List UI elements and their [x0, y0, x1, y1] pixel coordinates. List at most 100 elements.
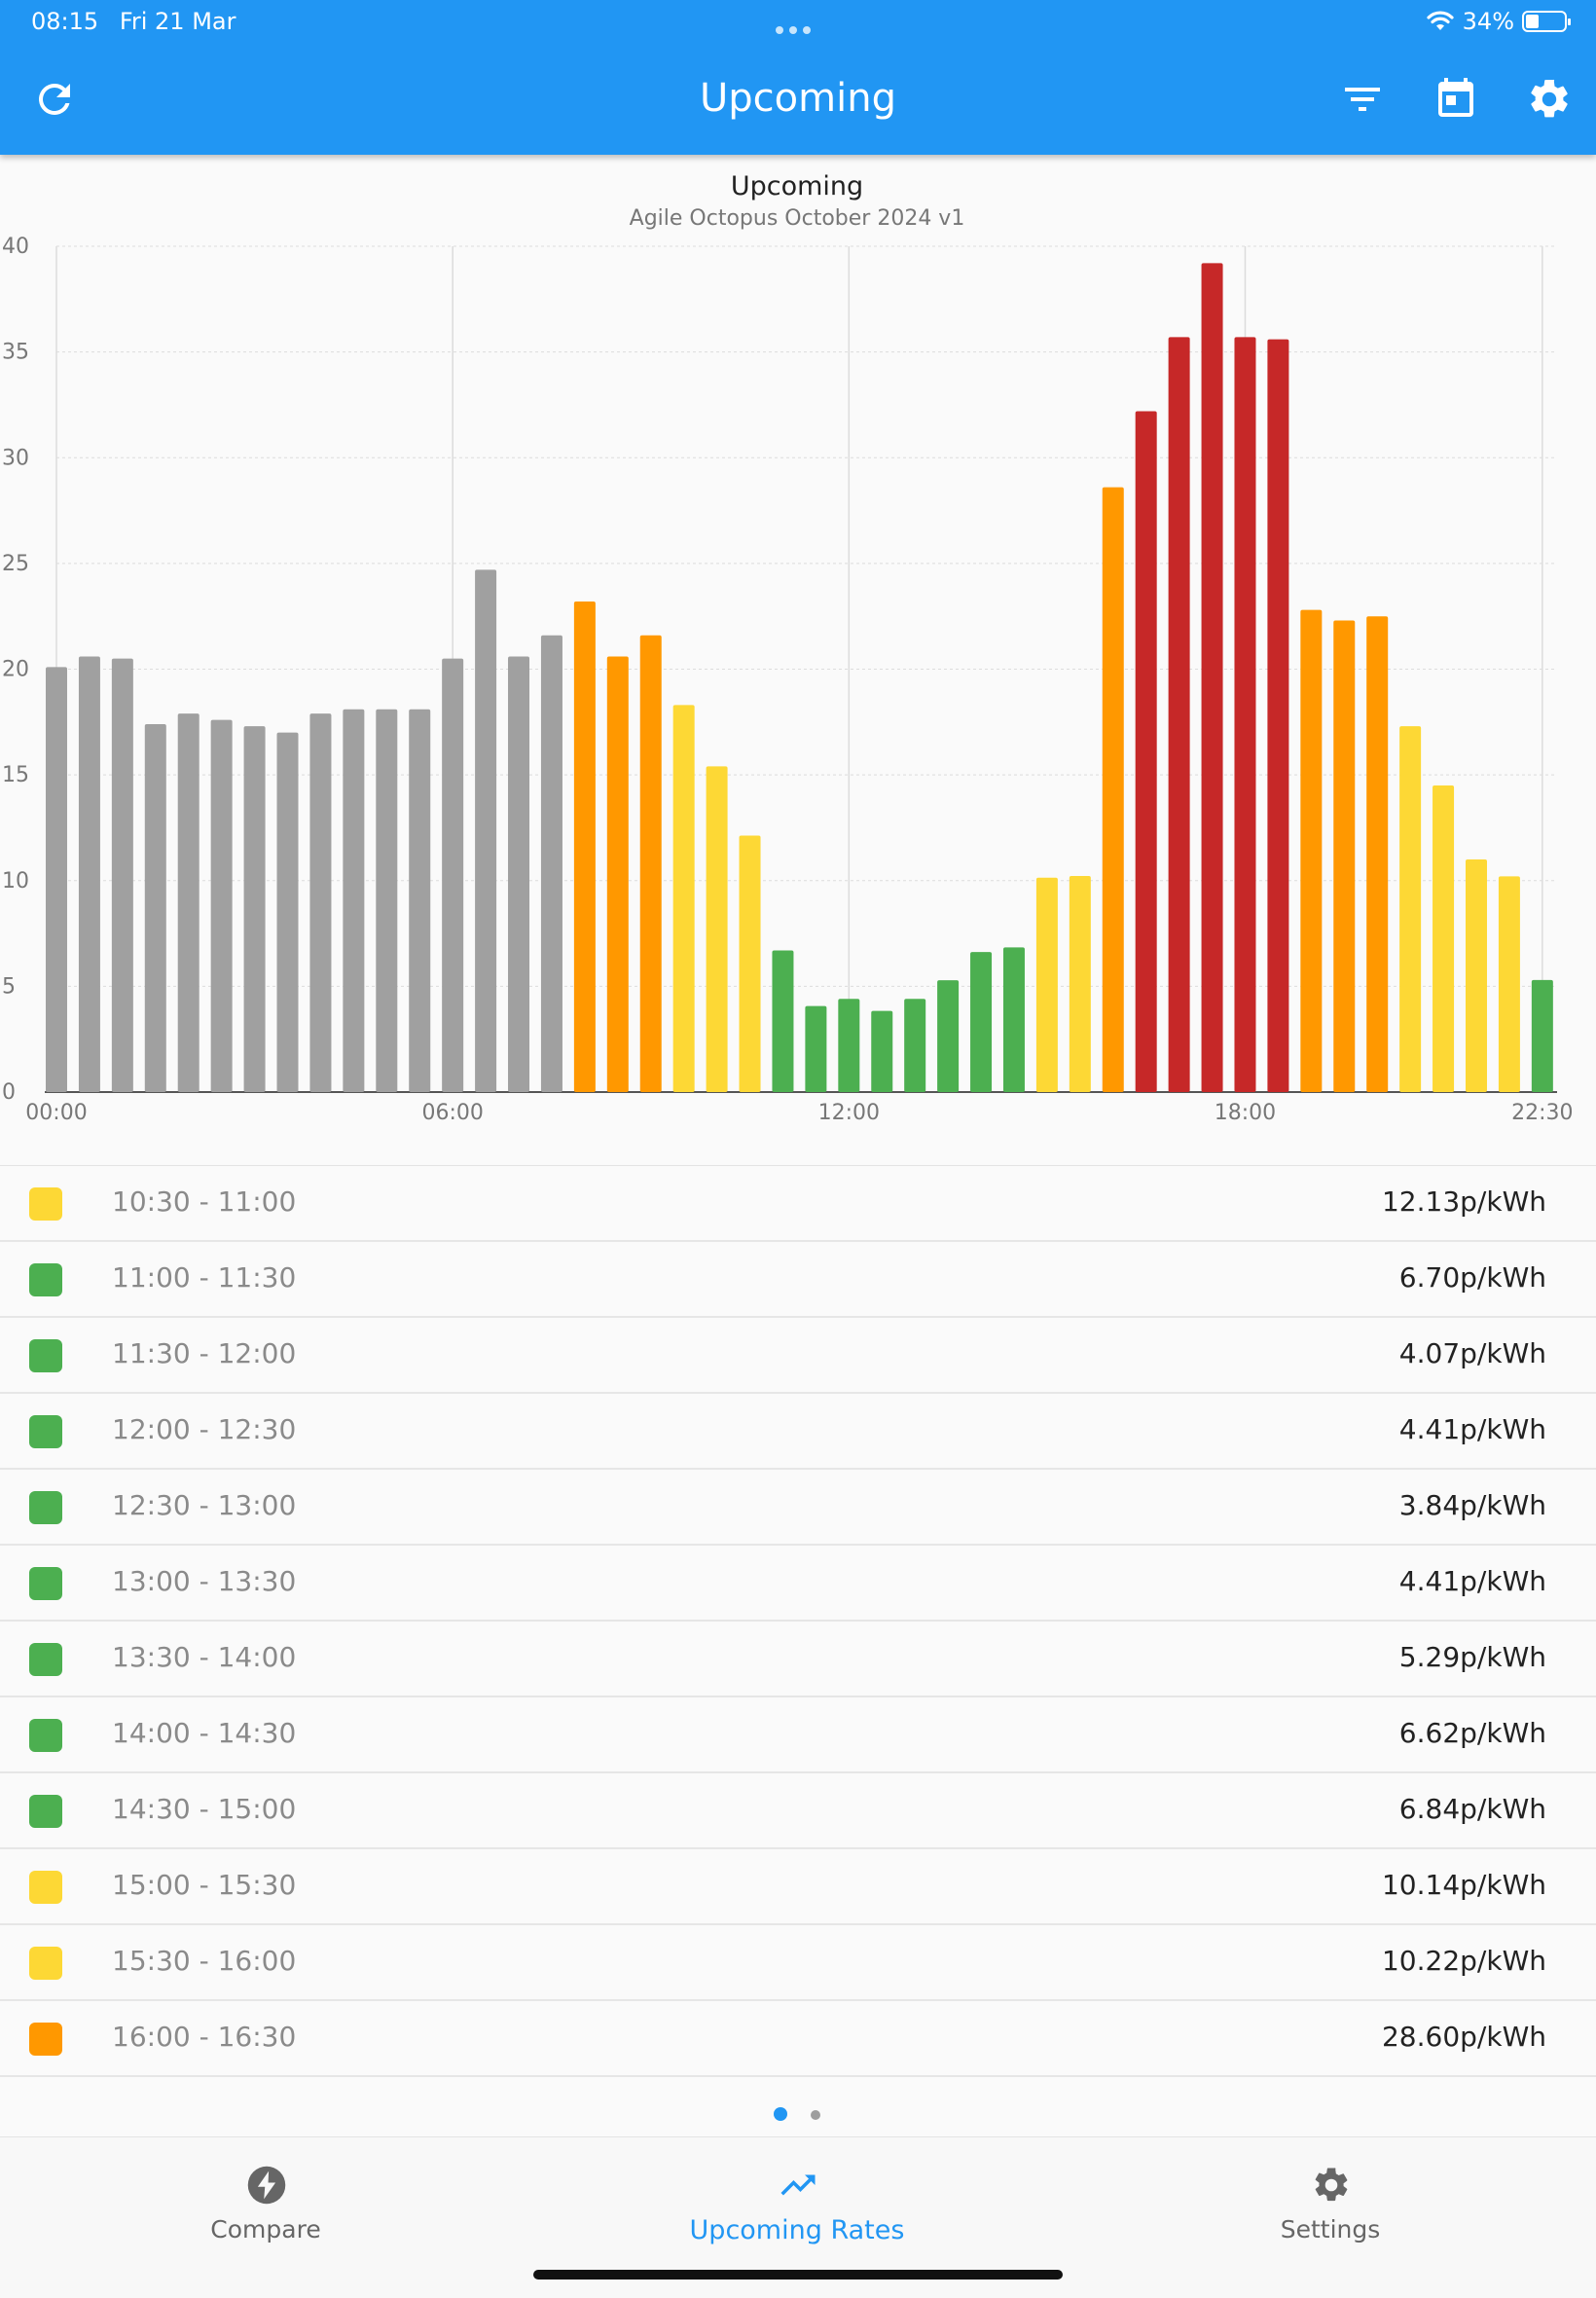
rate-price: 28.60p/kWh: [1381, 2021, 1546, 2053]
bar-0330[interactable]: [276, 732, 299, 1092]
status-time: 08:15 Fri 21 Mar: [31, 8, 236, 35]
bar-0830[interactable]: [606, 656, 629, 1092]
rate-time-range: 11:30 - 12:00: [112, 1337, 297, 1369]
bar-0800[interactable]: [573, 601, 596, 1092]
bar-2030[interactable]: [1399, 726, 1422, 1092]
rate-price: 5.29p/kWh: [1398, 1641, 1546, 1673]
bar-1600[interactable]: [1102, 487, 1124, 1092]
bar-1530[interactable]: [1069, 875, 1091, 1092]
settings-gear-icon[interactable]: [1526, 76, 1573, 123]
bar-0100[interactable]: [111, 658, 133, 1092]
calendar-icon[interactable]: [1433, 76, 1479, 123]
nav-compare[interactable]: Compare: [0, 2137, 531, 2254]
app-bar: 08:15 Fri 21 Mar 34% Upcoming: [0, 0, 1596, 155]
rates-bar-chart: Upcoming Agile Octopus October 2024 v1 0…: [2, 171, 1574, 1125]
filter-icon[interactable]: [1339, 76, 1386, 123]
bar-0200[interactable]: [177, 713, 200, 1092]
rate-row[interactable]: 15:30 - 16:00 10.22p/kWh: [0, 1925, 1596, 2001]
rate-row[interactable]: 12:00 - 12:30 4.41p/kWh: [0, 1394, 1596, 1470]
battery-icon: [1522, 11, 1571, 32]
bar-0600[interactable]: [442, 658, 464, 1092]
bar-1500[interactable]: [1035, 877, 1058, 1092]
rate-row[interactable]: 13:30 - 14:00 5.29p/kWh: [0, 1622, 1596, 1697]
bar-0300[interactable]: [243, 726, 266, 1092]
bar-0700[interactable]: [508, 656, 530, 1092]
bar-0530[interactable]: [409, 709, 431, 1092]
bar-1100[interactable]: [772, 950, 794, 1092]
rate-row[interactable]: [0, 2077, 1596, 2089]
bar-2000[interactable]: [1366, 616, 1389, 1092]
bar-1700[interactable]: [1168, 337, 1190, 1092]
bar-1130[interactable]: [805, 1005, 827, 1092]
rate-price: 4.41p/kWh: [1398, 1565, 1546, 1597]
bar-0500[interactable]: [376, 709, 398, 1092]
page-indicator-active[interactable]: [774, 2107, 787, 2121]
bar-1030[interactable]: [739, 835, 761, 1092]
rate-row[interactable]: 10:30 - 11:00 12.13p/kWh: [0, 1166, 1596, 1242]
bar-1830[interactable]: [1267, 339, 1289, 1093]
rates-list[interactable]: 10:30 - 11:00 12.13p/kWh 11:00 - 11:30 6.70…: [0, 1165, 1596, 2089]
rate-row[interactable]: 14:00 - 14:30 6.62p/kWh: [0, 1697, 1596, 1773]
rate-time-range: 13:30 - 14:00: [112, 1641, 297, 1673]
rate-color-swatch: [29, 2023, 62, 2056]
bar-1800[interactable]: [1234, 337, 1256, 1092]
bar-0000[interactable]: [46, 667, 67, 1092]
bar-0900[interactable]: [639, 635, 662, 1092]
bar-0630[interactable]: [475, 569, 497, 1092]
rate-time-range: 12:30 - 13:00: [112, 1489, 297, 1521]
rate-row[interactable]: 11:00 - 11:30 6.70p/kWh: [0, 1242, 1596, 1318]
status-right: 34%: [1426, 8, 1571, 35]
bar-1730[interactable]: [1201, 263, 1223, 1092]
rate-row[interactable]: 16:00 - 16:30 28.60p/kWh: [0, 2001, 1596, 2077]
bar-1900[interactable]: [1300, 609, 1323, 1092]
rate-color-swatch: [29, 1643, 62, 1676]
rate-row[interactable]: 14:30 - 15:00 6.84p/kWh: [0, 1773, 1596, 1849]
bar-1300[interactable]: [904, 999, 926, 1092]
chart-subtitle: Agile Octopus October 2024 v1: [630, 206, 965, 231]
bar-0430[interactable]: [343, 709, 365, 1092]
bar-1630[interactable]: [1135, 411, 1157, 1093]
bar-0400[interactable]: [309, 713, 332, 1092]
nav-settings[interactable]: Settings: [1065, 2137, 1596, 2254]
bar-1930[interactable]: [1333, 620, 1356, 1092]
rate-price: 3.84p/kWh: [1398, 1489, 1546, 1521]
bar-0030[interactable]: [78, 656, 100, 1092]
rate-time-range: 15:30 - 16:00: [112, 1945, 297, 1977]
nav-settings-label: Settings: [1280, 2215, 1381, 2243]
bar-0930[interactable]: [672, 705, 695, 1092]
bar-2130[interactable]: [1465, 859, 1487, 1092]
rate-time-range: 12:00 - 12:30: [112, 1413, 297, 1445]
rate-price: 6.70p/kWh: [1398, 1261, 1546, 1294]
y-tick-label: 15: [2, 763, 29, 787]
bar-1400[interactable]: [970, 952, 993, 1092]
x-tick-label: 12:00: [818, 1101, 880, 1125]
nav-upcoming-rates[interactable]: Upcoming Rates: [531, 2137, 1063, 2254]
home-indicator[interactable]: [533, 2270, 1063, 2280]
y-tick-label: 40: [2, 235, 29, 259]
rate-color-swatch: [29, 1947, 62, 1980]
rate-row[interactable]: 13:00 - 13:30 4.41p/kWh: [0, 1546, 1596, 1622]
rate-row[interactable]: 12:30 - 13:00 3.84p/kWh: [0, 1470, 1596, 1546]
bar-1430[interactable]: [1002, 947, 1025, 1092]
bar-1000[interactable]: [706, 766, 728, 1092]
bar-2100[interactable]: [1433, 784, 1455, 1092]
rate-color-swatch: [29, 1415, 62, 1448]
bar-2200[interactable]: [1498, 876, 1520, 1092]
rate-row[interactable]: 11:30 - 12:00 4.07p/kWh: [0, 1318, 1596, 1394]
rate-color-swatch: [29, 1871, 62, 1904]
page-indicator-inactive[interactable]: [811, 2110, 820, 2120]
status-clock: 08:15: [31, 8, 99, 35]
bar-0730[interactable]: [540, 635, 562, 1092]
bar-0130[interactable]: [144, 723, 166, 1092]
rate-price: 10.14p/kWh: [1381, 1869, 1546, 1901]
rate-row[interactable]: 15:00 - 15:30 10.14p/kWh: [0, 1849, 1596, 1925]
bar-1230[interactable]: [871, 1010, 893, 1092]
bar-1330[interactable]: [937, 980, 960, 1092]
rate-color-swatch: [29, 1263, 62, 1296]
multitasking-dots-icon[interactable]: [776, 19, 818, 34]
bar-1200[interactable]: [838, 999, 860, 1092]
rate-time-range: 14:00 - 14:30: [112, 1717, 297, 1749]
bar-2230[interactable]: [1531, 979, 1553, 1092]
bar-0230[interactable]: [210, 719, 233, 1092]
rate-price: 12.13p/kWh: [1381, 1185, 1546, 1218]
